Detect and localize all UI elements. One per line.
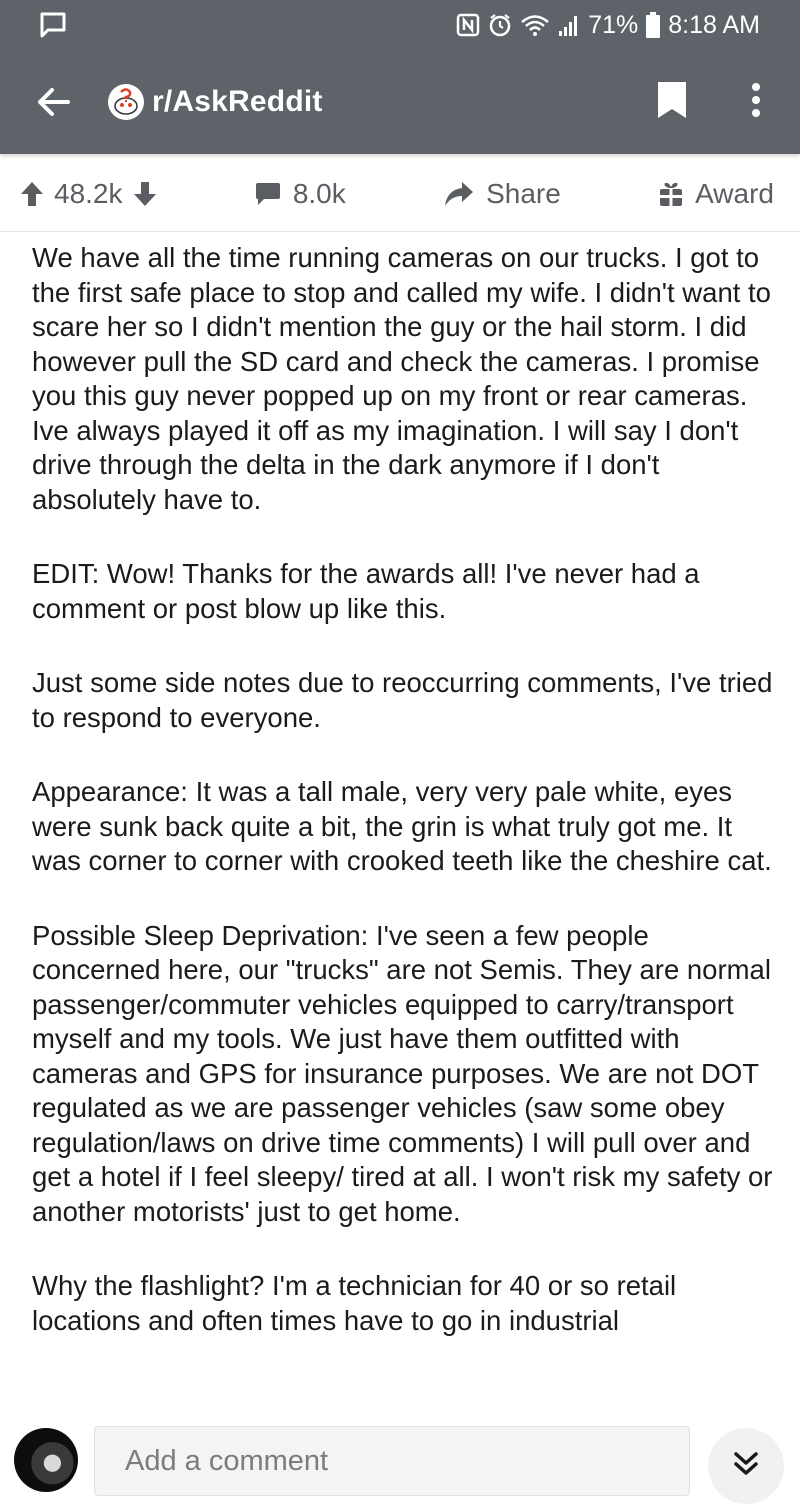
award-button[interactable]: Award [659,178,774,210]
comment-paragraph: Appearance: It was a tall male, very ver… [32,776,772,876]
signal-icon [558,13,580,37]
wifi-icon [520,13,550,37]
comment-paragraph: Just some side notes due to reoccurring … [32,667,773,733]
comment-body: We have all the time running cameras on … [32,232,784,1412]
award-label: Award [695,177,774,209]
share-label: Share [486,177,561,209]
more-vertical-icon [751,82,761,123]
share-icon [444,181,474,207]
battery-icon [646,12,661,38]
next-comment-button[interactable] [708,1428,784,1504]
double-chevron-down-icon [731,1449,761,1484]
comment-paragraph: Possible Sleep Deprivation: I've seen a … [32,919,773,1227]
post-actions: 48.2k 8.0k Share Award [0,156,800,232]
award-icon [659,181,683,207]
downvote-icon[interactable] [133,181,157,207]
back-arrow-icon [38,87,70,117]
subreddit-name[interactable]: r/AskReddit [152,85,642,119]
save-button[interactable] [642,50,702,154]
nfc-icon [456,13,480,37]
comment-count: 8.0k [292,177,346,209]
score: 48.2k [54,177,123,209]
add-comment-input[interactable] [94,1426,690,1496]
battery-percent: 71% [588,10,639,39]
more-options-button[interactable] [736,50,776,154]
bookmark-icon [657,81,687,124]
alarm-icon [488,13,512,37]
comment-paragraph: We have all the time running cameras on … [32,242,771,515]
app-bar: r/AskReddit [0,50,800,154]
comment-paragraph: Why the flashlight? I'm a technician for… [32,1270,677,1336]
comment-icon [255,182,281,206]
vote-group: 48.2k [20,178,157,210]
upvote-icon[interactable] [20,181,44,207]
user-avatar[interactable] [14,1428,78,1492]
comments-button[interactable]: 8.0k [255,178,346,210]
share-button[interactable]: Share [444,178,561,210]
subreddit-icon [108,84,144,120]
clock: 8:18 AM [668,10,760,39]
message-icon [40,12,66,38]
status-bar: 71% 8:18 AM [0,0,800,50]
bottom-comment-bar [0,1412,800,1506]
comment-paragraph: EDIT: Wow! Thanks for the awards all! I'… [32,558,700,624]
back-button[interactable] [0,50,108,154]
